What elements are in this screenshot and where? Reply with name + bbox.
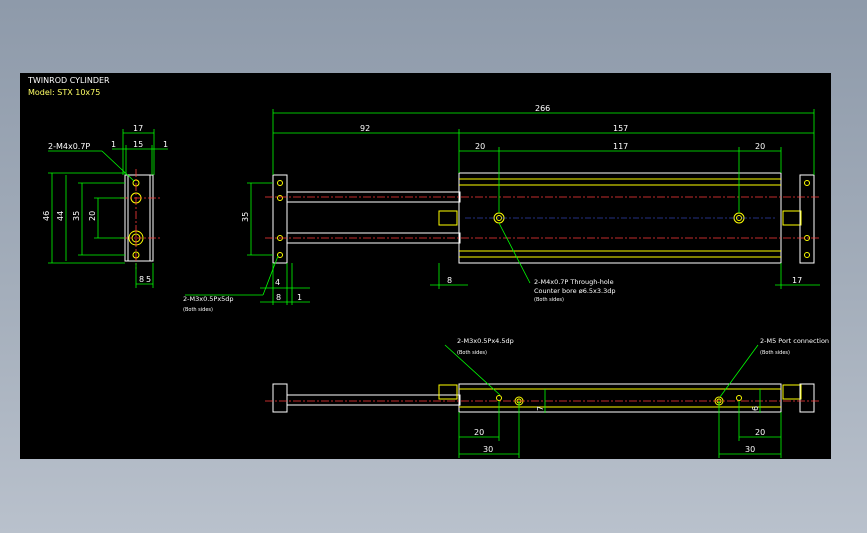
front-dim-1: 1 bbox=[297, 293, 302, 302]
front-port-right bbox=[782, 210, 802, 226]
front-callout-m4-cb: Counter bore ø6.5x3.3dp bbox=[534, 287, 616, 295]
bottom-left-end-plate bbox=[272, 383, 288, 413]
front-port-left bbox=[438, 210, 458, 226]
bottom-dim-30-right: 30 bbox=[745, 445, 755, 454]
front-view: 266 92 157 20 117 20 35 4 8 1 8 17 2-M3x… bbox=[183, 104, 820, 313]
front-callout-m3: 2-M3x0.5Px5dp bbox=[183, 295, 234, 303]
bottom-view: 2-M3x0.5Px4.5dp (Both sides) 2-M5 Port c… bbox=[265, 337, 829, 458]
side-dim-44: 44 bbox=[56, 211, 65, 221]
front-dim-35: 35 bbox=[241, 212, 250, 222]
side-dim-8: 8 bbox=[139, 275, 144, 284]
front-callout-m3-sub: (Both sides) bbox=[183, 307, 213, 313]
front-dim-117: 117 bbox=[613, 142, 628, 151]
side-dim-1-left: 1 bbox=[111, 140, 116, 149]
side-view-body bbox=[124, 174, 154, 262]
bottom-callout-m5: 2-M5 Port connection bbox=[760, 337, 829, 345]
bottom-rod bbox=[286, 394, 461, 406]
front-dim-8-mid: 8 bbox=[447, 276, 452, 285]
bottom-tap-hole-left bbox=[496, 395, 502, 401]
drawing-title: TWINROD CYLINDER bbox=[27, 76, 110, 85]
bottom-callout-m3: 2-M3x0.5Px4.5dp bbox=[457, 337, 514, 345]
side-dim-1-right: 1 bbox=[163, 140, 168, 149]
bottom-cylinder-body bbox=[458, 383, 782, 413]
front-left-end-plate bbox=[272, 174, 288, 264]
front-callout-m4: 2-M4x0.7P Through-hole bbox=[534, 278, 614, 286]
front-dim-157: 157 bbox=[613, 124, 628, 133]
front-right-end-plate bbox=[799, 174, 815, 264]
side-view: 17 1 15 1 2-M4x0.7P 46 44 35 20 8 5 bbox=[42, 124, 168, 288]
model-label: Model: STX 10x75 bbox=[28, 88, 100, 97]
side-callout-m4: 2-M4x0.7P bbox=[48, 142, 90, 151]
side-dim-5: 5 bbox=[146, 275, 151, 284]
bottom-dim-6: 6 bbox=[751, 406, 760, 411]
bottom-dim-30-left: 30 bbox=[483, 445, 493, 454]
front-dim-266: 266 bbox=[535, 104, 550, 113]
front-dim-17: 17 bbox=[792, 276, 802, 285]
cad-drawing-canvas: TWINROD CYLINDER Model: STX 10x75 17 1 1… bbox=[20, 73, 831, 459]
bottom-port-left bbox=[438, 384, 458, 400]
side-dim-35: 35 bbox=[72, 211, 81, 221]
bottom-callout-m3-sub: (Both sides) bbox=[457, 350, 487, 356]
side-dim-15: 15 bbox=[133, 140, 143, 149]
front-dim-20-left: 20 bbox=[475, 142, 485, 151]
bottom-dim-20-right: 20 bbox=[755, 428, 765, 437]
front-callout-m4-sub: (Both sides) bbox=[534, 297, 564, 303]
side-dim-20: 20 bbox=[88, 211, 97, 221]
bottom-right-end-plate bbox=[799, 383, 815, 413]
bottom-port-right bbox=[782, 384, 802, 400]
bottom-dim-7: 7 bbox=[536, 406, 545, 411]
bottom-callout-m5-sub: (Both sides) bbox=[760, 350, 790, 356]
side-dim-17: 17 bbox=[133, 124, 143, 133]
bottom-tap-hole-right bbox=[736, 395, 742, 401]
front-dim-20-right: 20 bbox=[755, 142, 765, 151]
front-dim-4: 4 bbox=[275, 278, 280, 287]
bottom-dim-20-left: 20 bbox=[474, 428, 484, 437]
side-dim-46: 46 bbox=[42, 211, 51, 221]
front-dim-8-left: 8 bbox=[276, 293, 281, 302]
front-dim-92: 92 bbox=[360, 124, 370, 133]
cad-drawing: TWINROD CYLINDER Model: STX 10x75 17 1 1… bbox=[27, 76, 829, 458]
